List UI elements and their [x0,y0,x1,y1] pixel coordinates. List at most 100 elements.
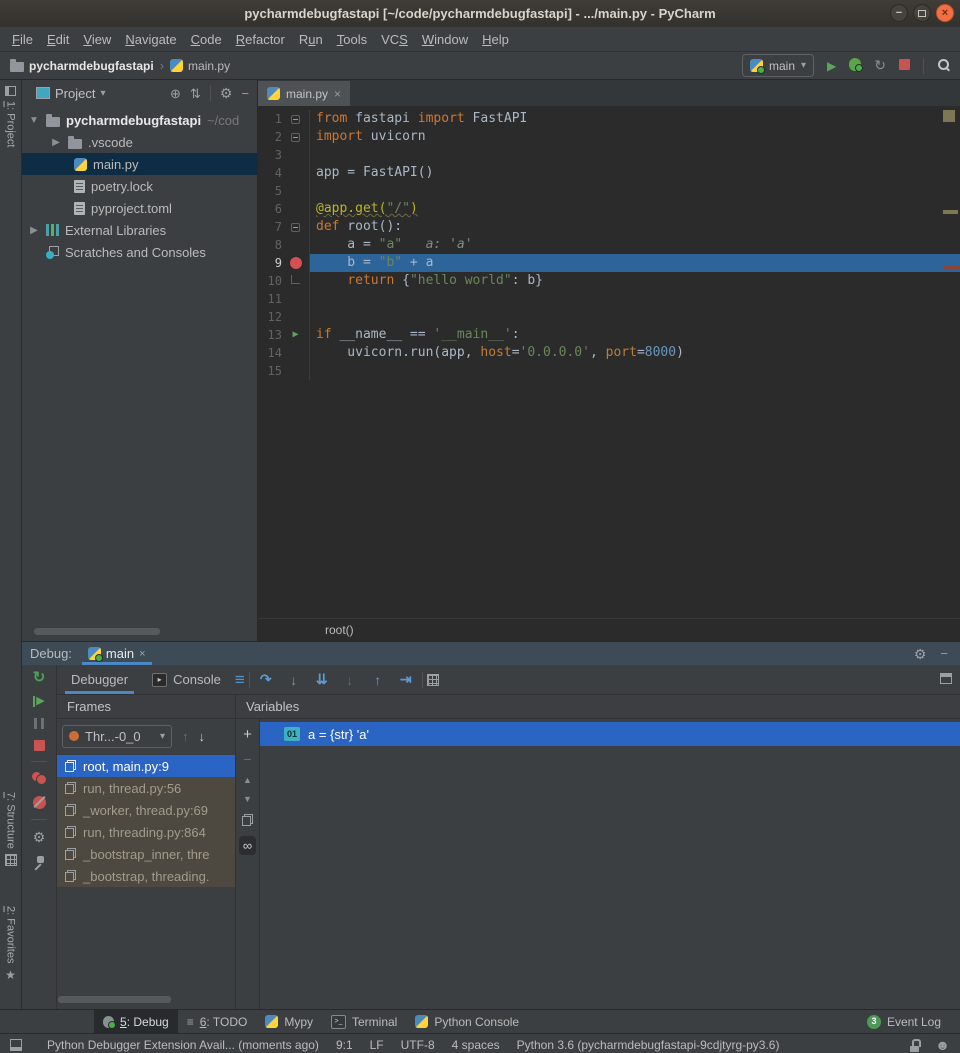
breadcrumb-item-main.py[interactable]: main.py [170,59,230,73]
step-out-button[interactable]: ↑ [366,672,390,688]
project-tree-item-pyproject.toml[interactable]: pyproject.toml [22,197,257,219]
event-log-button[interactable]: 3Event Log [858,1010,950,1033]
view-breakpoints-icon[interactable] [32,772,47,785]
thread-select[interactable]: Thr...-0_0 ▾ [62,725,172,748]
step-over-button[interactable]: ↷ [254,671,278,688]
minimize-button[interactable]: − [890,4,908,22]
fold-end-icon[interactable] [291,275,300,284]
remove-icon[interactable]: − [243,752,251,766]
menu-help[interactable]: Help [475,32,516,47]
hector-inspections-icon[interactable]: ☻ [935,1037,950,1053]
rerun-icon[interactable]: ↻ [33,670,46,685]
project-tree-item-pycharmdebugfastapi[interactable]: ▼pycharmdebugfastapi ~/cod [22,109,257,131]
hide-icon[interactable]: − [241,87,249,100]
step-into-my-code-button[interactable]: ⇊ [310,671,334,688]
project-tree-item-.vscode[interactable]: ▶.vscode [22,131,257,153]
resume-icon[interactable]: ▶ [33,696,44,707]
project-tree-item-Scratches and Consoles[interactable]: Scratches and Consoles [22,241,257,263]
locate-icon[interactable]: ⊕ [170,87,181,100]
project-hscrollbar[interactable] [34,628,160,635]
menu-run[interactable]: Run [292,32,330,47]
breadcrumb-item-pycharmdebugfastapi[interactable]: pycharmdebugfastapi [10,59,154,73]
project-tree-item-main.py[interactable]: main.py [22,153,257,175]
next-frame-button[interactable]: ↓ [199,729,206,744]
menu-navigate[interactable]: Navigate [118,32,183,47]
maximize-button[interactable] [913,4,931,22]
frame-row[interactable]: _bootstrap, threading. [57,865,235,887]
restore-layout-button[interactable] [940,673,960,687]
chevron-down-icon[interactable]: ▾ [100,88,105,99]
frame-row[interactable]: run, threading.py:864 [57,821,235,843]
debug-icon[interactable] [849,58,861,71]
previous-frame-button[interactable]: ↑ [182,729,189,744]
toolwindow-button-terminal[interactable]: Terminal [322,1010,406,1033]
chevron-right-icon[interactable]: ▶ [50,137,62,148]
tool-stripe-project[interactable]: 1: Project [0,86,21,147]
menu-code[interactable]: Code [184,32,229,47]
menu-file[interactable]: File [5,32,40,47]
hide-icon[interactable]: − [940,647,948,660]
breadcrumb-scope[interactable]: root() [325,623,354,637]
menu-view[interactable]: View [76,32,118,47]
menu-tools[interactable]: Tools [330,32,374,47]
settings-icon[interactable]: ⚙ [33,830,46,844]
menu-vcs[interactable]: VCS [374,32,415,47]
frame-row[interactable]: run, thread.py:56 [57,777,235,799]
run-button[interactable]: ▶ [827,59,836,73]
tool-stripe-structure[interactable]: 7: Structure [0,792,21,866]
debug-tab-debugger[interactable]: Debugger [61,665,138,694]
hamburger-icon[interactable]: ≡ [235,671,245,688]
settings-icon[interactable]: ⚙ [914,647,927,661]
frame-row[interactable]: root, main.py:9 [57,755,235,777]
project-tree-item-External Libraries[interactable]: ▶External Libraries [22,219,257,241]
show-watches-button[interactable]: ∞ [239,836,256,855]
add-icon[interactable]: + [243,727,252,742]
evaluate-icon[interactable] [427,674,439,686]
run-to-cursor-button[interactable]: ⇥ [394,671,418,688]
debug-button[interactable] [849,58,861,74]
close-button[interactable]: × [936,4,954,22]
search-button[interactable] [937,58,950,74]
debug-session-tab[interactable]: main × [82,642,152,665]
fold-icon[interactable] [291,115,300,124]
variable-row[interactable]: 01 a = {str} 'a' [260,722,960,746]
status-item[interactable]: UTF-8 [401,1038,435,1052]
status-item[interactable]: Python 3.6 (pycharmdebugfastapi-9cdjtyrg… [517,1038,780,1052]
status-item[interactable]: LF [370,1038,384,1052]
settings-icon[interactable]: ⚙ [220,86,233,100]
pin-icon[interactable] [33,855,45,868]
status-item[interactable]: 4 spaces [452,1038,500,1052]
toolwindow-button-5-debug[interactable]: 5: Debug [94,1010,178,1033]
close-icon[interactable]: × [139,648,145,660]
run-icon[interactable]: ▶ [827,60,836,72]
stop-button[interactable] [899,59,910,73]
duplicate-icon[interactable] [242,814,253,826]
menu-window[interactable]: Window [415,32,475,47]
search-icon[interactable] [937,58,950,71]
status-item[interactable]: 9:1 [336,1038,353,1052]
menu-refactor[interactable]: Refactor [229,32,292,47]
fold-icon[interactable] [291,223,300,232]
pause-icon[interactable] [34,718,44,729]
mute-breakpoints-icon[interactable] [33,796,46,809]
up-icon[interactable]: ▲ [243,776,252,785]
warning-stripe-marker[interactable] [943,210,958,214]
editor-code-area[interactable]: 1from fastapi import FastAPI2import uvic… [258,106,960,618]
menu-edit[interactable]: Edit [40,32,76,47]
inspection-status-marker[interactable] [943,110,955,122]
stop-icon[interactable] [899,59,910,70]
frames-hscrollbar[interactable] [58,996,171,1003]
toolwindow-toggle-icon[interactable] [10,1039,22,1051]
frame-row[interactable]: _worker, thread.py:69 [57,799,235,821]
toolwindow-button-python-console[interactable]: Python Console [406,1010,528,1033]
breakpoint-stripe-marker[interactable] [943,266,960,270]
debug-tab-console[interactable]: Console [142,665,231,694]
toolwindow-button-mypy[interactable]: Mypy [256,1010,322,1033]
close-icon[interactable]: × [334,87,341,101]
stop-icon[interactable] [34,740,45,751]
collapse-all-icon[interactable]: ⇅ [190,87,201,100]
frame-row[interactable]: _bootstrap_inner, thre [57,843,235,865]
run-gutter-icon[interactable]: ▶ [292,326,298,344]
editor-tab-main-py[interactable]: main.py × [258,81,350,106]
chevron-right-icon[interactable]: ▶ [28,225,40,236]
